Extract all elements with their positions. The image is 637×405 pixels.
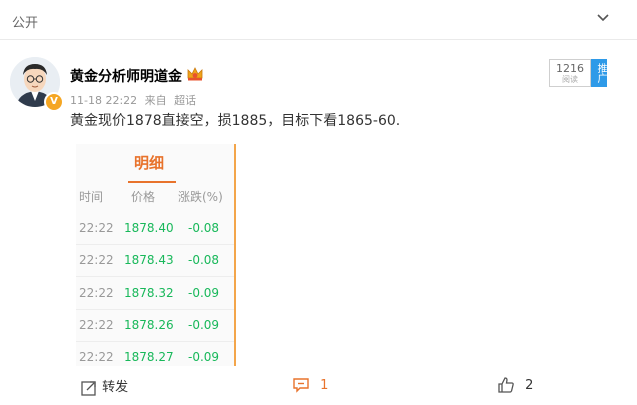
read-count-badge[interactable]: 1216 阅读 推广: [549, 59, 607, 87]
action-bar: 转发 1 2: [0, 370, 637, 402]
row-divider: [76, 244, 234, 245]
row-time: 22:22: [79, 286, 114, 300]
header-price: 价格: [131, 190, 156, 204]
repost-button[interactable]: 转发: [80, 376, 128, 397]
like-count: 2: [525, 377, 534, 393]
repost-icon: [81, 380, 96, 396]
header-time: 时间: [79, 190, 104, 204]
read-count: 1216: [556, 62, 584, 75]
row-change: -0.09: [188, 318, 220, 332]
post-source[interactable]: 超话: [174, 94, 196, 107]
chevron-down-icon[interactable]: [597, 14, 609, 22]
row-change: -0.09: [188, 350, 220, 364]
visibility-label: 公开: [12, 16, 39, 31]
image-edge-line: [234, 144, 236, 366]
crown-icon[interactable]: [186, 66, 204, 82]
like-button[interactable]: 2: [497, 376, 533, 394]
row-time: 22:22: [79, 253, 114, 267]
comment-count: 1: [320, 377, 329, 393]
author-name[interactable]: 黄金分析师明道金: [70, 66, 182, 86]
header-change: 涨跌(%): [178, 190, 223, 204]
row-time: 22:22: [79, 318, 114, 332]
row-time: 22:22: [79, 221, 114, 235]
row-time: 22:22: [79, 350, 114, 364]
row-price: 1878.27: [124, 350, 174, 364]
row-divider: [76, 276, 234, 277]
verified-v-icon: V: [44, 92, 64, 112]
row-divider: [76, 341, 234, 342]
comment-icon: [293, 378, 309, 393]
promote-button[interactable]: 推广: [591, 59, 607, 87]
read-count-label: 阅读: [562, 75, 578, 84]
post-topbar: 公开: [0, 0, 637, 40]
comment-button[interactable]: 1: [292, 376, 328, 394]
like-icon: [498, 377, 514, 393]
row-change: -0.08: [188, 253, 220, 267]
row-price: 1878.43: [124, 253, 174, 267]
read-count-box: 1216 阅读: [549, 59, 591, 87]
post-text: 黄金现价1878直接空，损1885，目标下看1865-60.: [70, 113, 401, 129]
repost-label: 转发: [102, 380, 129, 395]
post-datetime[interactable]: 11-18 22:22: [70, 94, 137, 107]
row-change: -0.09: [188, 286, 220, 300]
row-price: 1878.26: [124, 318, 174, 332]
post-meta: 11-18 22:22 来自 超话: [70, 92, 200, 108]
row-price: 1878.40: [124, 221, 174, 235]
row-price: 1878.32: [124, 286, 174, 300]
stock-detail-image[interactable]: 明细 时间 价格 涨跌(%) 22:22 1878.40 -0.08 22:22…: [76, 144, 236, 366]
detail-tab-underline: [128, 181, 176, 183]
row-divider: [76, 309, 234, 310]
detail-tab: 明细: [134, 154, 165, 172]
row-change: -0.08: [188, 221, 220, 235]
post-source-prefix: 来自: [144, 94, 167, 107]
